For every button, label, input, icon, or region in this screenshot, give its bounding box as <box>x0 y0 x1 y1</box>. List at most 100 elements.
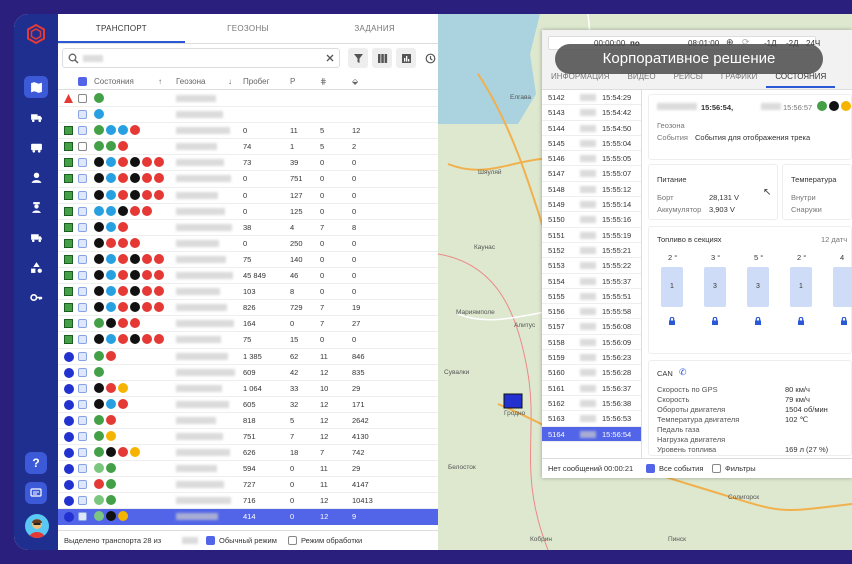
table-row[interactable]: 605 32 12 171 <box>58 397 438 413</box>
normal-mode-checkbox[interactable] <box>206 536 215 545</box>
message-row[interactable]: 5155 15:55:51 <box>542 289 641 305</box>
message-row[interactable]: 5143 15:54:42 <box>542 105 641 121</box>
row-checkbox[interactable] <box>78 222 87 232</box>
row-checkbox[interactable] <box>78 206 87 216</box>
row-checkbox[interactable] <box>78 464 87 474</box>
bus-nav-button[interactable] <box>24 136 48 158</box>
tab-transport[interactable]: ТРАНСПОРТ <box>58 14 185 43</box>
message-row[interactable]: 5142 15:54:29 <box>542 90 641 106</box>
users-nav-button[interactable] <box>24 196 48 218</box>
col-state[interactable]: Состояния <box>94 77 134 86</box>
table-row[interactable]: 75 140 0 0 <box>58 252 438 269</box>
table-row[interactable] <box>58 91 438 108</box>
table-row[interactable]: 626 18 7 742 <box>58 445 438 462</box>
chat-button[interactable] <box>25 482 47 504</box>
row-checkbox[interactable] <box>78 367 87 377</box>
tab-geozones[interactable]: ГЕОЗОНЫ <box>185 14 312 43</box>
filter-button[interactable] <box>348 48 368 68</box>
table-row[interactable]: 594 0 11 29 <box>58 461 438 478</box>
row-checkbox[interactable] <box>78 512 87 522</box>
table-row[interactable]: 414 0 12 9 <box>58 509 438 525</box>
table-row[interactable]: 73 39 0 0 <box>58 155 438 172</box>
row-checkbox[interactable] <box>78 431 87 441</box>
tab-tasks[interactable]: ЗАДАНИЯ <box>311 14 438 43</box>
table-row[interactable]: 75 15 0 0 <box>58 332 438 349</box>
fuel-tank[interactable]: 1 <box>661 267 683 307</box>
row-checkbox[interactable] <box>78 496 87 506</box>
col-mileage[interactable]: Пробег <box>243 77 270 86</box>
message-row[interactable]: 5144 15:54:50 <box>542 121 641 136</box>
row-checkbox[interactable] <box>78 335 87 345</box>
row-checkbox[interactable] <box>78 126 87 136</box>
select-all-checkbox[interactable] <box>78 77 87 86</box>
fuel-tank[interactable] <box>833 267 852 307</box>
map-nav-button[interactable] <box>24 76 48 98</box>
row-checkbox[interactable] <box>78 110 87 120</box>
table-row[interactable]: 74 1 5 2 <box>58 139 438 156</box>
row-checkbox[interactable] <box>78 383 87 393</box>
keys-nav-button[interactable] <box>24 286 48 308</box>
row-checkbox[interactable] <box>78 399 87 409</box>
table-row[interactable]: 0 250 0 0 <box>58 236 438 252</box>
fleet-nav-button[interactable] <box>24 226 48 248</box>
col-geozone[interactable]: Геозона <box>176 77 206 86</box>
row-checkbox[interactable] <box>78 190 87 200</box>
row-checkbox[interactable] <box>78 351 87 361</box>
table-row[interactable]: 1 064 33 10 29 <box>58 381 438 397</box>
search-input[interactable] <box>62 48 340 68</box>
table-row[interactable]: 0 751 0 0 <box>58 171 438 188</box>
help-button[interactable]: ? <box>25 452 47 474</box>
col-fuel[interactable]: ⬙ <box>352 77 358 86</box>
table-row[interactable]: 818 5 12 2642 <box>58 413 438 429</box>
message-row[interactable]: 5147 15:55:07 <box>542 166 641 182</box>
message-row[interactable]: 5161 15:56:37 <box>542 381 641 396</box>
row-checkbox[interactable] <box>78 448 87 458</box>
shapes-nav-button[interactable] <box>24 256 48 278</box>
sort-desc-icon[interactable]: ↓ <box>228 77 232 86</box>
table-row[interactable]: 826 729 7 19 <box>58 300 438 317</box>
driver-nav-button[interactable] <box>24 166 48 188</box>
table-row[interactable]: 716 0 12 10413 <box>58 493 438 510</box>
message-row[interactable]: 5148 15:55:12 <box>542 182 641 198</box>
table-row[interactable]: 0 11 5 12 <box>58 123 438 140</box>
row-checkbox[interactable] <box>78 94 87 103</box>
message-row[interactable]: 5150 15:55:16 <box>542 212 641 228</box>
row-checkbox[interactable] <box>78 271 87 281</box>
message-row[interactable]: 5154 15:55:37 <box>542 274 641 289</box>
message-row[interactable]: 5146 15:55:05 <box>542 151 641 167</box>
table-row[interactable]: 0 127 0 0 <box>58 188 438 204</box>
col-p[interactable]: P <box>290 77 295 86</box>
phone-icon[interactable]: ✆ <box>679 367 687 378</box>
message-row[interactable]: 5163 15:56:53 <box>542 411 641 427</box>
all-events-checkbox[interactable] <box>646 464 655 473</box>
table-row[interactable] <box>58 107 438 124</box>
row-checkbox[interactable] <box>78 415 87 425</box>
processing-mode-checkbox[interactable] <box>288 536 297 545</box>
message-row[interactable]: 5156 15:55:58 <box>542 304 641 320</box>
row-checkbox[interactable] <box>78 238 87 248</box>
filters-checkbox[interactable] <box>712 464 721 473</box>
report-button[interactable] <box>396 48 416 68</box>
message-row[interactable]: 5157 15:56:08 <box>542 319 641 335</box>
row-checkbox[interactable] <box>78 142 87 152</box>
avatar[interactable] <box>25 514 49 538</box>
table-row[interactable]: 45 849 46 0 0 <box>58 268 438 285</box>
table-row[interactable]: 0 125 0 0 <box>58 204 438 220</box>
row-checkbox[interactable] <box>78 174 87 184</box>
row-checkbox[interactable] <box>78 480 87 490</box>
row-checkbox[interactable] <box>78 319 87 329</box>
message-row[interactable]: 5151 15:55:19 <box>542 228 641 243</box>
history-button[interactable] <box>420 48 440 68</box>
message-row[interactable]: 5149 15:55:14 <box>542 197 641 213</box>
row-checkbox[interactable] <box>78 287 87 297</box>
row-checkbox[interactable] <box>78 254 87 264</box>
fuel-tank[interactable]: 3 <box>704 267 726 307</box>
columns-button[interactable] <box>372 48 392 68</box>
message-row[interactable]: 5152 15:55:21 <box>542 243 641 259</box>
message-row[interactable]: 5160 15:56:28 <box>542 365 641 381</box>
message-row[interactable]: 5158 15:56:09 <box>542 335 641 351</box>
close-icon[interactable] <box>326 54 334 62</box>
table-row[interactable]: 609 42 12 835 <box>58 365 438 381</box>
col-axles[interactable]: ⋕ <box>320 77 327 86</box>
table-row[interactable]: 727 0 11 4147 <box>58 477 438 494</box>
